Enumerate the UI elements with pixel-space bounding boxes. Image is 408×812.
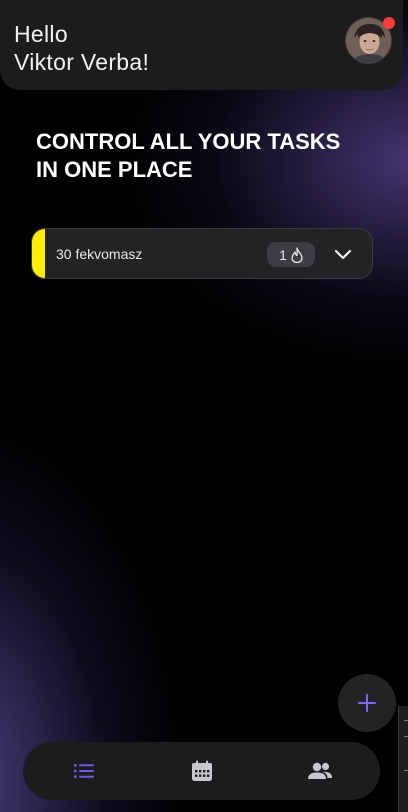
- add-task-button[interactable]: [338, 674, 396, 732]
- greeting-user-name: Viktor Verba!: [14, 49, 150, 75]
- notification-dot: [383, 17, 395, 29]
- offscreen-panel-edge: [398, 706, 408, 812]
- header: Hello Viktor Verba!: [0, 0, 403, 90]
- panel-edge-mark: [404, 720, 408, 721]
- nav-calendar-button[interactable]: [189, 759, 215, 783]
- panel-edge-mark: [404, 770, 408, 771]
- plus-icon: [358, 694, 376, 712]
- task-card[interactable]: 30 fekvomasz 1: [31, 228, 373, 279]
- task-streak-badge: 1: [267, 242, 315, 267]
- people-icon: [308, 762, 332, 779]
- calendar-icon: [192, 760, 212, 781]
- greeting: Hello Viktor Verba!: [14, 20, 149, 76]
- task-title: 30 fekvomasz: [56, 246, 143, 262]
- list-icon: [74, 764, 94, 778]
- bottom-navigation: [23, 742, 380, 800]
- headline-line-2: IN ONE PLACE: [36, 157, 193, 182]
- chevron-down-icon: [334, 249, 352, 260]
- flame-icon: [291, 246, 303, 263]
- page-headline: CONTROL ALL YOUR TASKS IN ONE PLACE: [36, 128, 376, 184]
- avatar-button[interactable]: [345, 17, 395, 64]
- panel-edge-mark: [404, 736, 408, 737]
- nav-tasks-button[interactable]: [71, 759, 97, 783]
- greeting-hello: Hello: [14, 21, 68, 47]
- expand-task-button[interactable]: [332, 245, 354, 263]
- task-streak-count: 1: [279, 246, 287, 263]
- task-priority-accent: [32, 229, 45, 278]
- nav-team-button[interactable]: [307, 759, 333, 783]
- headline-line-1: CONTROL ALL YOUR TASKS: [36, 129, 341, 154]
